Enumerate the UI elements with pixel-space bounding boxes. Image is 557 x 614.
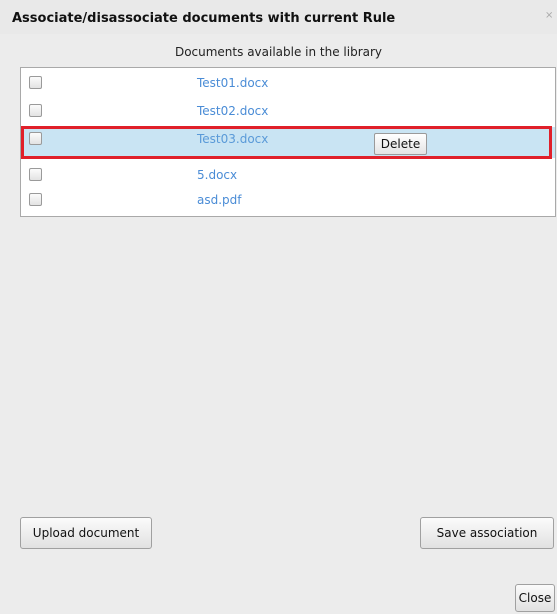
document-checkbox[interactable] (29, 104, 42, 117)
list-item: Test02.docx (21, 99, 555, 123)
document-name[interactable]: Test02.docx (197, 104, 268, 118)
document-name[interactable]: asd.pdf (197, 193, 242, 207)
list-item: Test01.docx (21, 71, 555, 95)
save-association-button[interactable]: Save association (420, 517, 554, 549)
close-button[interactable]: Close (515, 584, 555, 612)
upload-document-button[interactable]: Upload document (20, 517, 152, 549)
document-checkbox[interactable] (29, 132, 42, 145)
list-item-selected: Test03.docx (21, 127, 555, 158)
document-checkbox[interactable] (29, 168, 42, 181)
dialog-title: Associate/disassociate documents with cu… (12, 11, 396, 26)
library-caption: Documents available in the library (174, 45, 383, 59)
document-name[interactable]: Test01.docx (197, 76, 268, 90)
document-checkbox[interactable] (29, 193, 42, 206)
dialog-titlebar: Associate/disassociate documents with cu… (0, 0, 557, 34)
delete-button[interactable]: Delete (374, 133, 427, 155)
list-item: 5.docx (21, 163, 555, 187)
document-name[interactable]: Test03.docx (197, 132, 268, 146)
document-list: Test01.docx Test02.docx Test03.docx 5.do… (20, 67, 556, 217)
list-item: asd.pdf (21, 188, 555, 212)
document-checkbox[interactable] (29, 76, 42, 89)
document-name[interactable]: 5.docx (197, 168, 237, 182)
close-icon[interactable]: ⨯ (545, 10, 557, 22)
